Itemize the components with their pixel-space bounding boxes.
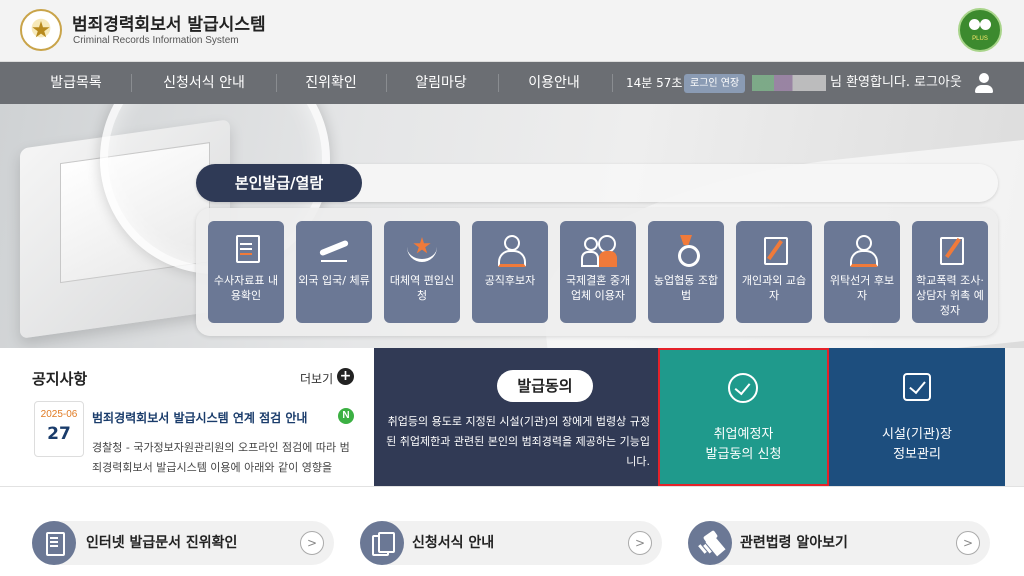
- document-pen-icon: [933, 235, 967, 265]
- nav-item-form-guide[interactable]: 신청서식 안내: [140, 62, 268, 104]
- consent-title: 발급동의: [497, 370, 593, 402]
- facility-management-button[interactable]: [829, 348, 1005, 486]
- employment-line2: 발급동의 신청: [705, 447, 782, 462]
- service-public-candidate[interactable]: 공직후보자: [472, 221, 548, 323]
- medal-icon: [669, 235, 703, 267]
- service-alternative-service[interactable]: 대체역 편입신청: [384, 221, 460, 323]
- service-investigation-record[interactable]: 수사자료표 내용확인: [208, 221, 284, 323]
- login-extend-button[interactable]: 로그인 연장: [684, 74, 746, 93]
- chevron-right-icon[interactable]: >: [300, 531, 324, 555]
- chevron-right-icon[interactable]: >: [956, 531, 980, 555]
- nav-divider: [612, 74, 613, 92]
- notice-date-month: 2025-06: [40, 409, 78, 420]
- service-marriage-broker[interactable]: 국제결혼 중개업체 이용자: [560, 221, 636, 323]
- service-private-tutor[interactable]: 개인과외 교습자: [736, 221, 812, 323]
- person-icon: [845, 235, 879, 267]
- nav-divider: [131, 74, 132, 92]
- copy-document-icon: [371, 532, 395, 556]
- session-timer: 14분 57초: [626, 76, 683, 90]
- nav-divider: [276, 74, 277, 92]
- military-emblem-icon: [405, 235, 439, 265]
- quick-link-label: 신청서식 안내: [412, 535, 495, 551]
- facility-line1: 시설(기관)장: [882, 427, 952, 442]
- check-circle-icon: [728, 373, 758, 403]
- pen-document-icon: [757, 235, 791, 265]
- facility-line2: 정보관리: [893, 447, 941, 462]
- quick-link-label: 관련법령 알아보기: [740, 535, 848, 551]
- chevron-right-icon[interactable]: >: [628, 531, 652, 555]
- right-edge-strip: [1005, 348, 1024, 486]
- site-subtitle: Criminal Records Information System: [73, 35, 239, 46]
- notice-headline[interactable]: 범죄경력회보서 발급시스템 연계 점검 안내: [92, 409, 307, 426]
- employment-line1: 취업예정자: [713, 427, 774, 442]
- site-header: 범죄경력회보서 발급시스템 Criminal Records Informati…: [0, 0, 1024, 62]
- service-label: 수사자료표 내용확인: [213, 274, 279, 302]
- nav-item-issue-list[interactable]: 발급목록: [30, 62, 122, 104]
- welcome-text: 님 환영합니다.: [830, 75, 911, 90]
- main-nav: 발급목록 신청서식 안내 진위확인 알림마당 이용안내 14분 57초 로그인 …: [0, 62, 1024, 104]
- nav-item-usage-guide[interactable]: 이용안내: [508, 62, 600, 104]
- quick-link-forms[interactable]: [360, 521, 662, 565]
- new-badge: N: [338, 408, 354, 424]
- logout-button[interactable]: 로그아웃: [914, 62, 962, 104]
- plus-icon[interactable]: +: [337, 368, 354, 385]
- service-label: 공직후보자: [484, 274, 536, 287]
- service-label: 개인과외 교습자: [741, 274, 807, 302]
- service-label: 대체역 편입신청: [389, 274, 455, 302]
- facility-management-label: 시설(기관)장 정보관리: [829, 425, 1005, 465]
- notice-title: 공지사항: [32, 370, 88, 388]
- service-school-violence[interactable]: 학교폭력 조사·상담자 위촉 예정자: [912, 221, 988, 323]
- self-issue-title: 본인발급/열람: [196, 164, 362, 202]
- notice-date: 2025-06 27: [34, 401, 84, 457]
- site-title[interactable]: 범죄경력회보서 발급시스템: [72, 10, 266, 35]
- service-foreign-entry[interactable]: 외국 입국/ 체류: [296, 221, 372, 323]
- service-label: 농업협동 조합법: [653, 274, 719, 302]
- quick-link-label: 인터넷 발급문서 진위확인: [86, 535, 238, 551]
- employment-consent-label: 취업예정자 발급동의 신청: [660, 425, 827, 465]
- nav-divider: [386, 74, 387, 92]
- service-agri-cooperative[interactable]: 농업협동 조합법: [648, 221, 724, 323]
- gavel-icon: [699, 532, 721, 554]
- service-label: 국제결혼 중개업체 이용자: [565, 274, 631, 302]
- notice-date-day: 27: [47, 424, 71, 444]
- airplane-icon: [317, 235, 351, 265]
- notice-more-link[interactable]: 더보기: [300, 370, 333, 387]
- consent-description: 취업등의 용도로 지정된 시설(기관)의 장에게 법령상 규정된 취업제한과 관…: [386, 415, 650, 468]
- checkbox-icon: [903, 373, 931, 401]
- employment-consent-button[interactable]: [658, 348, 829, 486]
- nav-item-verify[interactable]: 진위확인: [285, 62, 377, 104]
- service-label: 위탁선거 후보자: [829, 274, 895, 302]
- service-label: 외국 입국/ 체류: [298, 274, 370, 287]
- candidate-icon: [493, 235, 527, 267]
- user-icon[interactable]: [972, 71, 996, 95]
- police-logo-icon[interactable]: [20, 9, 62, 51]
- username-redacted: [752, 75, 826, 91]
- id-card-icon: [229, 235, 263, 265]
- service-entrusted-election[interactable]: 위탁선거 후보자: [824, 221, 900, 323]
- couple-icon: [581, 235, 615, 267]
- service-label: 학교폭력 조사·상담자 위촉 예정자: [916, 274, 984, 317]
- nav-item-notice[interactable]: 알림마당: [395, 62, 487, 104]
- certificate-icon: [43, 532, 65, 556]
- nav-divider: [498, 74, 499, 92]
- plus-badge-icon[interactable]: PLUS: [958, 8, 1002, 52]
- notice-body[interactable]: 경찰청 - 국가정보자원관리원의 오프라인 점검에 따라 범죄경력회보서 발급시…: [92, 438, 356, 478]
